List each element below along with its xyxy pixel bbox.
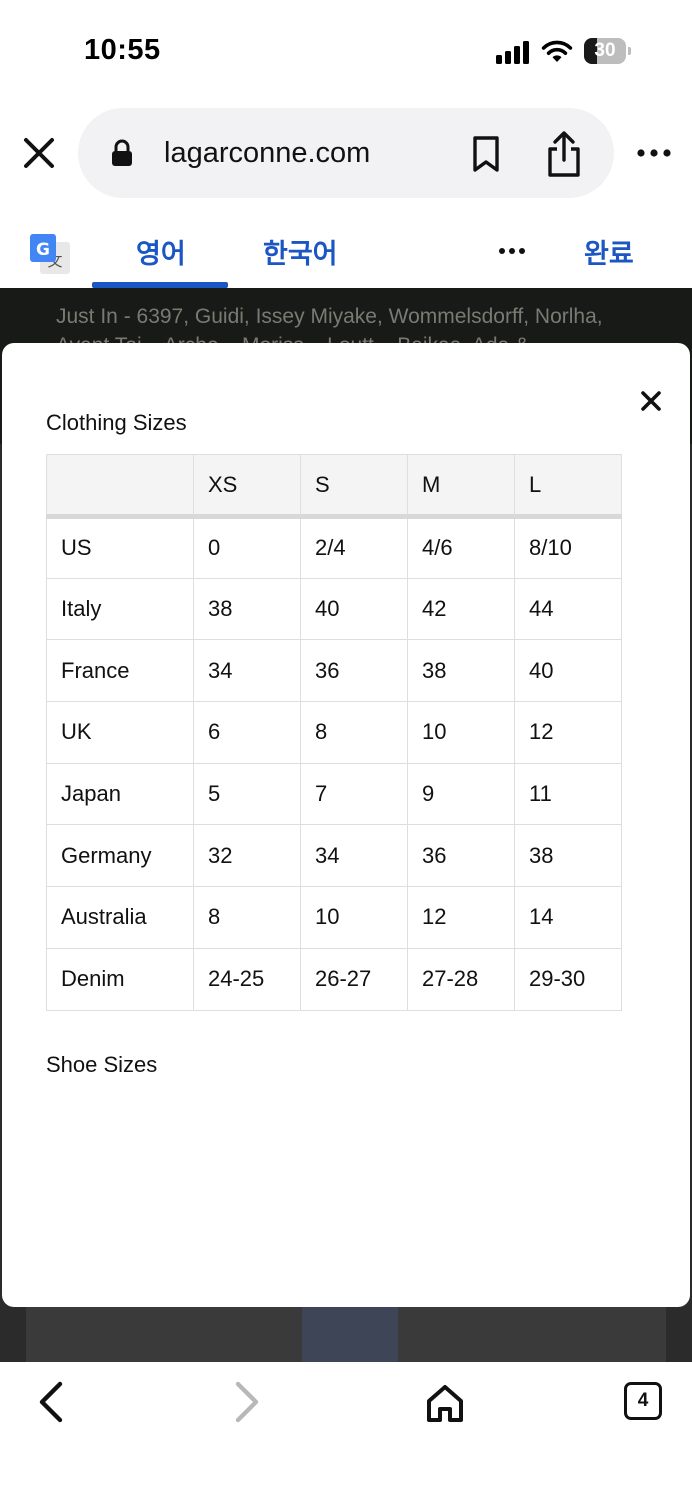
table-cell: 7 [300, 762, 408, 826]
table-cell: 27-28 [407, 947, 515, 1011]
svg-text:G: G [36, 240, 50, 260]
product-image [302, 1300, 398, 1362]
table-cell: 9 [407, 762, 515, 826]
table-cell: 24-25 [193, 947, 301, 1011]
row-label-cell: Japan [46, 762, 194, 826]
table-row: UK 6 8 10 12 [46, 701, 622, 764]
table-cell: 5 [193, 762, 301, 826]
home-icon[interactable] [424, 1382, 466, 1424]
shoe-sizes-title[interactable]: Shoe Sizes [46, 1052, 157, 1078]
table-cell: 12 [407, 886, 515, 949]
table-cell: 29-30 [514, 947, 622, 1011]
table-cell: 40 [300, 577, 408, 641]
table-row: France 34 36 38 40 [46, 639, 622, 703]
table-row: Australia 8 10 12 14 [46, 886, 622, 949]
signal-icon [496, 40, 532, 64]
table-cell: 38 [407, 639, 515, 703]
row-label-cell: France [46, 639, 194, 703]
close-modal-icon[interactable] [640, 390, 662, 412]
table-cell: 10 [300, 886, 408, 949]
table-cell: 44 [514, 577, 622, 641]
tab-source-language[interactable]: 영어 [136, 232, 186, 271]
back-icon[interactable] [34, 1380, 68, 1424]
header-cell: XS [193, 454, 301, 519]
table-row: Germany 32 34 36 38 [46, 824, 622, 888]
google-translate-icon[interactable]: 文 G [28, 232, 72, 276]
tab-target-language[interactable]: 한국어 [263, 232, 338, 271]
row-label-cell: Denim [46, 947, 194, 1011]
table-cell: 8 [193, 886, 301, 949]
table-row: Denim 24-25 26-27 27-28 29-30 [46, 947, 622, 1011]
table-cell: 10 [407, 701, 515, 764]
battery-level: 30 [594, 40, 616, 61]
table-cell: 6 [193, 701, 301, 764]
share-icon[interactable] [544, 130, 584, 178]
wifi-icon [541, 40, 573, 62]
table-cell: 26-27 [300, 947, 408, 1011]
banner-text[interactable]: Just In - 6397, Guidi, Issey Miyake, Wom… [56, 303, 656, 331]
size-chart-modal: Clothing Sizes XS S M L US 0 2/4 4/6 8/1… [2, 343, 690, 1307]
table-cell: 34 [300, 824, 408, 888]
table-cell: 2/4 [300, 516, 408, 579]
forward-icon[interactable] [230, 1380, 264, 1424]
url-text[interactable]: lagarconne.com [164, 137, 370, 170]
translate-more-icon[interactable] [498, 246, 526, 256]
row-label-cell: UK [46, 701, 194, 764]
table-cell: 42 [407, 577, 515, 641]
header-cell: S [300, 454, 408, 519]
header-cell: M [407, 454, 515, 519]
table-row: Japan 5 7 9 11 [46, 762, 622, 826]
table-cell: 8 [300, 701, 408, 764]
table-cell: 4/6 [407, 516, 515, 579]
table-header-row: XS S M L [46, 454, 622, 519]
row-label-cell: Italy [46, 577, 194, 641]
row-label-cell: US [46, 516, 194, 579]
more-icon[interactable] [634, 144, 674, 162]
table-cell: 38 [193, 577, 301, 641]
status-bar: 10:55 30 [0, 0, 692, 100]
battery-icon: 30 [584, 38, 631, 64]
table-cell: 36 [407, 824, 515, 888]
done-button[interactable]: 완료 [584, 232, 634, 271]
address-bar[interactable]: lagarconne.com [78, 108, 614, 198]
table-cell: 38 [514, 824, 622, 888]
clothing-sizes-title: Clothing Sizes [46, 410, 187, 435]
table-row: US 0 2/4 4/6 8/10 [46, 516, 622, 579]
table-cell: 34 [193, 639, 301, 703]
table-cell: 8/10 [514, 516, 622, 579]
browser-toolbar: 4 [0, 1362, 692, 1500]
header-cell: L [514, 454, 622, 519]
table-cell: 32 [193, 824, 301, 888]
table-cell: 11 [514, 762, 622, 826]
close-icon[interactable] [20, 134, 58, 172]
table-cell: 12 [514, 701, 622, 764]
table-row: Italy 38 40 42 44 [46, 577, 622, 641]
status-time: 10:55 [84, 34, 161, 66]
lock-icon [112, 139, 132, 166]
clothing-size-table: XS S M L US 0 2/4 4/6 8/10 Italy 38 40 4… [46, 454, 622, 1011]
row-label-cell: Germany [46, 824, 194, 888]
table-cell: 36 [300, 639, 408, 703]
tabs-button[interactable]: 4 [624, 1382, 662, 1420]
table-cell: 40 [514, 639, 622, 703]
translate-bar: 文 G 영어 한국어 완료 [0, 210, 692, 288]
header-cell [46, 454, 194, 519]
table-cell: 14 [514, 886, 622, 949]
table-cell: 0 [193, 516, 301, 579]
bookmark-icon[interactable] [471, 135, 501, 173]
row-label-cell: Australia [46, 886, 194, 949]
